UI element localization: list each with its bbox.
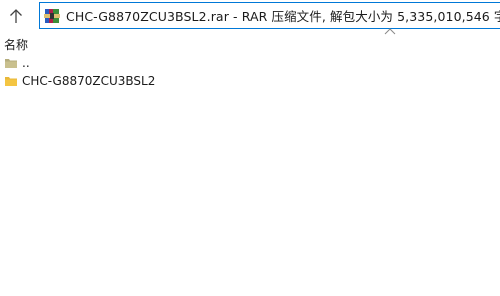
column-name-header[interactable]: 名称 (4, 36, 28, 53)
winrar-window: CHC-G8870ZCU3BSL2.rar - RAR 压缩文件, 解包大小为 … (0, 0, 500, 296)
file-name: .. (22, 56, 30, 70)
folder-icon (5, 77, 17, 86)
sort-chevron-up-icon (384, 28, 396, 35)
column-header[interactable]: 名称 (0, 33, 500, 53)
up-folder-button[interactable] (4, 5, 28, 27)
parent-folder-icon (5, 59, 17, 68)
address-text: CHC-G8870ZCU3BSL2.rar - RAR 压缩文件, 解包大小为 … (66, 9, 500, 24)
file-name: CHC-G8870ZCU3BSL2 (22, 74, 156, 88)
list-item[interactable]: .. (0, 54, 500, 72)
arrow-up-icon (10, 9, 22, 23)
file-list[interactable]: .. CHC-G8870ZCU3BSL2 (0, 54, 500, 296)
rar-archive-icon (44, 8, 60, 23)
address-bar[interactable]: CHC-G8870ZCU3BSL2.rar - RAR 压缩文件, 解包大小为 … (39, 2, 500, 29)
address-row: CHC-G8870ZCU3BSL2.rar - RAR 压缩文件, 解包大小为 … (0, 0, 500, 33)
list-item[interactable]: CHC-G8870ZCU3BSL2 (0, 72, 500, 90)
